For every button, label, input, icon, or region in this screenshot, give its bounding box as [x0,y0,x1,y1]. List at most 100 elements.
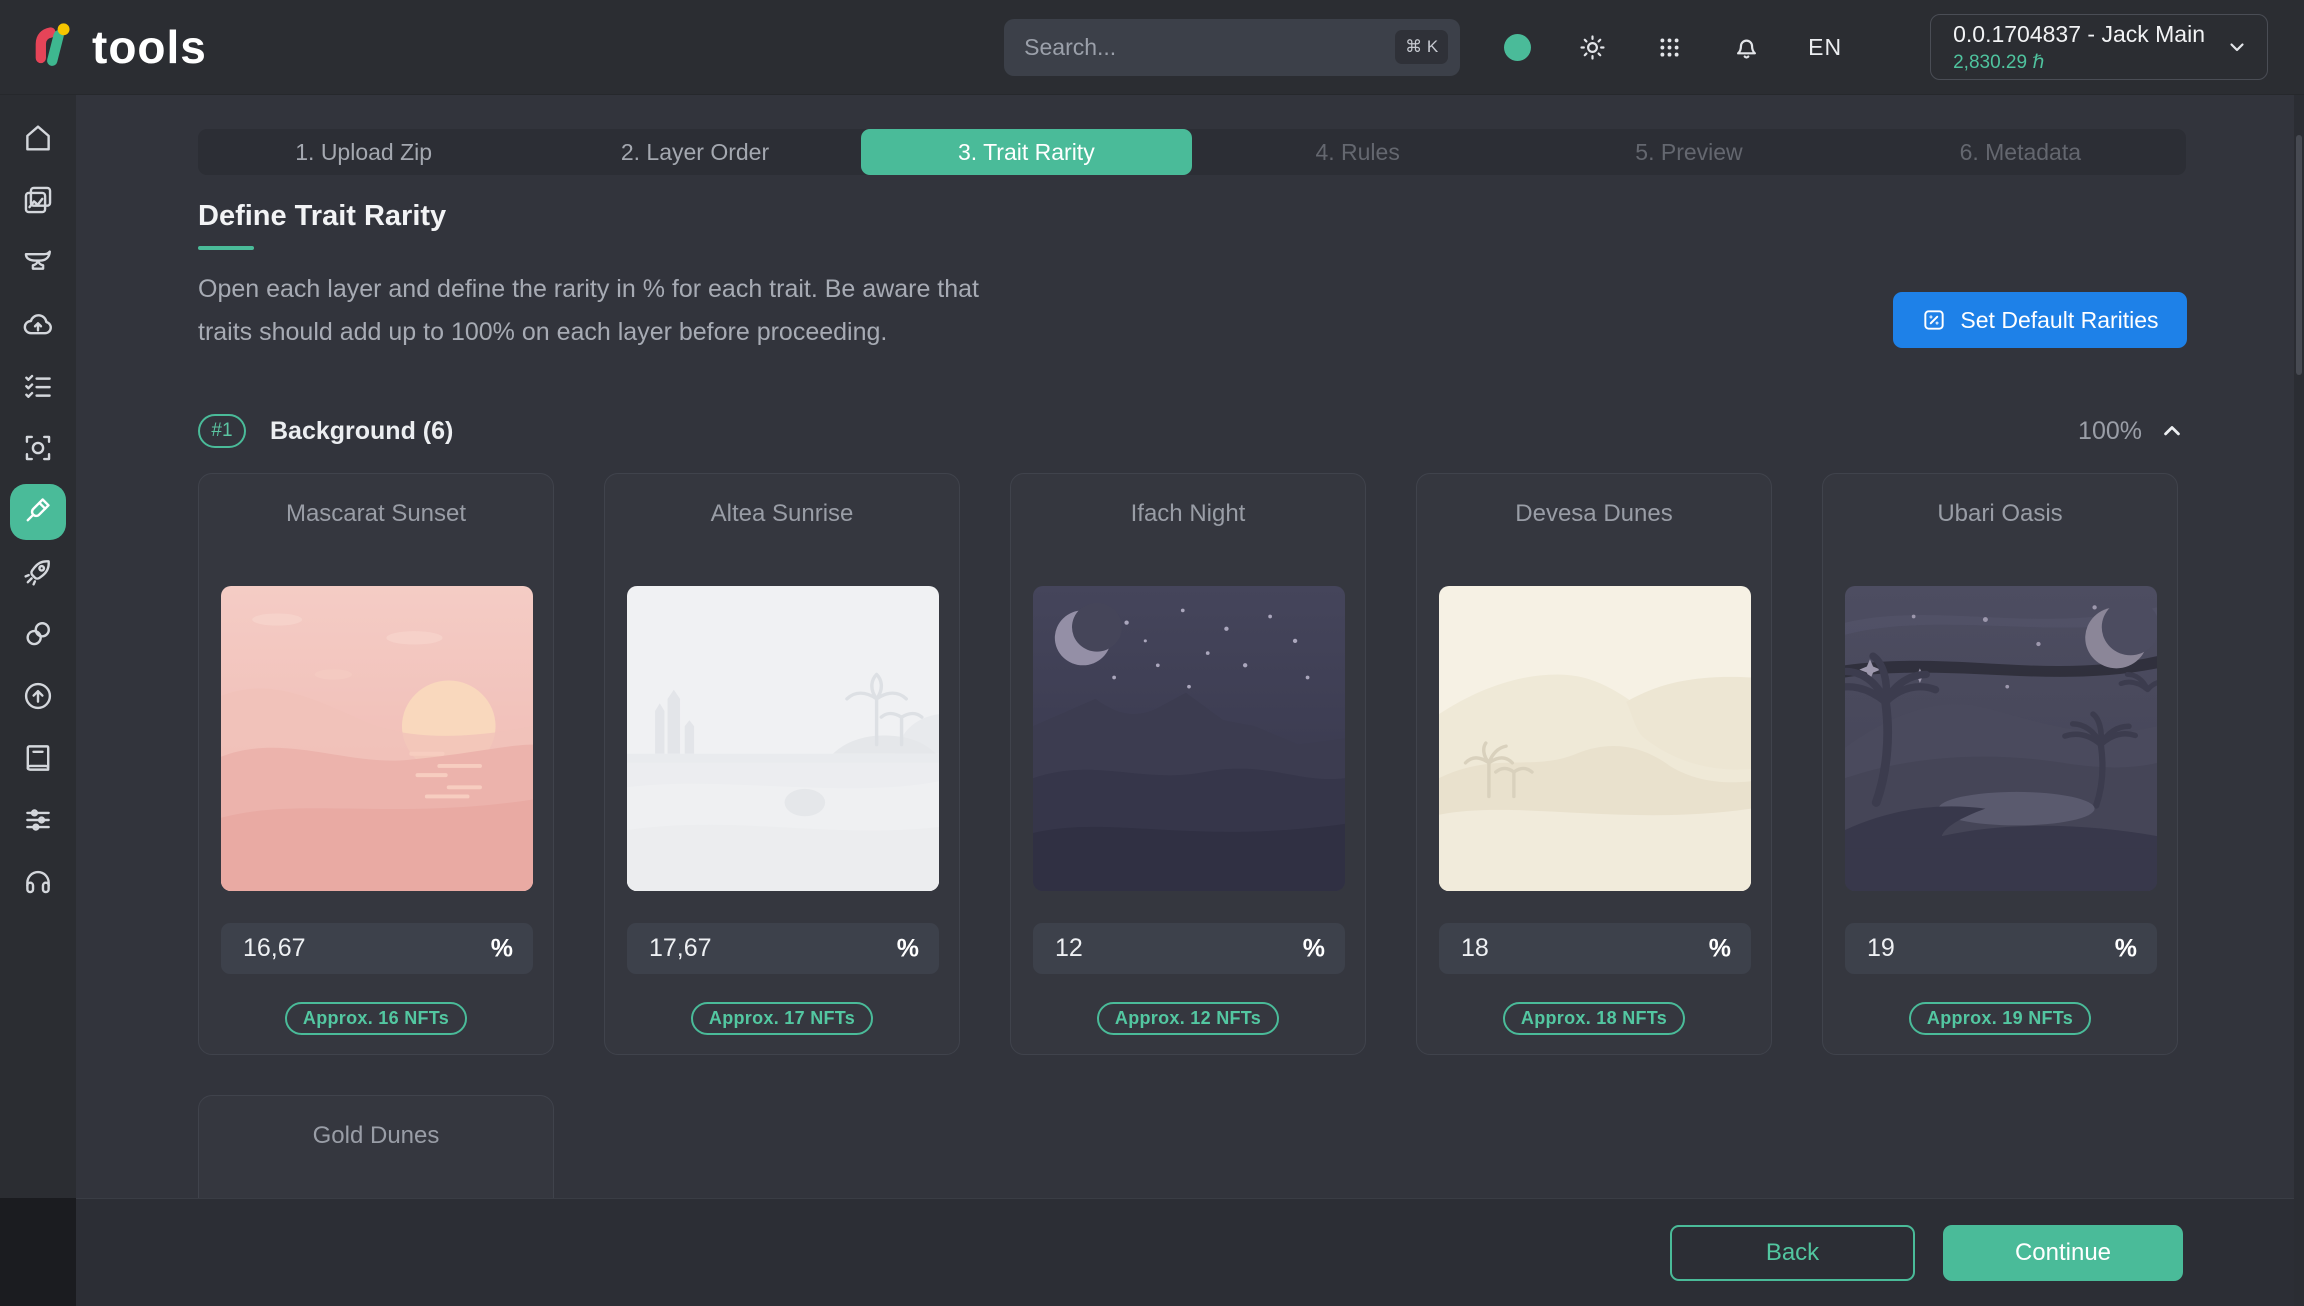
home-icon [21,121,55,160]
sidebar-item-checklist[interactable] [7,357,69,419]
top-bar: tools ⌘ K [0,0,2304,95]
rarity-input[interactable] [221,923,533,974]
sidebar-item-docs[interactable] [7,729,69,791]
trait-image-ifach-night [1033,586,1345,891]
approx-nfts-badge: Approx. 18 NFTs [1503,1002,1685,1035]
footer-action-bar: Back Continue [0,1198,2304,1306]
sidebar-item-generate[interactable] [7,419,69,481]
scrollbar-thumb[interactable] [2296,135,2302,375]
trait-title: Devesa Dunes [1439,500,1749,528]
trait-title: Altea Sunrise [627,500,937,528]
chevron-up-icon [2158,417,2186,445]
approx-nfts-badge: Approx. 17 NFTs [691,1002,873,1035]
collapse-layer-button[interactable] [2158,417,2186,445]
set-default-rarities-label: Set Default Rarities [1960,307,2158,334]
theme-toggle-sun-icon[interactable] [1577,32,1608,63]
sidebar-item-cloud-upload[interactable] [7,295,69,357]
rarity-input-wrap: % [221,923,533,974]
trait-title: Mascarat Sunset [221,500,531,528]
rarity-input-wrap: % [627,923,939,974]
trait-image-devesa-dunes [1439,586,1751,891]
page-description-line1: Open each layer and define the rarity in… [198,268,979,311]
step-upload-zip[interactable]: 1. Upload Zip [198,129,529,175]
step-rules[interactable]: 4. Rules [1192,129,1523,175]
step-metadata[interactable]: 6. Metadata [1855,129,2186,175]
approx-nfts-badge: Approx. 12 NFTs [1097,1002,1279,1035]
notifications-bell-icon[interactable] [1731,32,1762,63]
trait-card-ifach-night: Ifach Night [1010,473,1366,1055]
sidebar-item-launch[interactable] [7,543,69,605]
sidebar-nav [0,95,76,1306]
back-button[interactable]: Back [1670,1225,1915,1281]
sidebar-item-forge[interactable] [7,233,69,295]
paint-brush-icon [21,493,55,532]
account-name: 0.0.1704837 - Jack Main [1953,21,2205,48]
arrow-up-circle-icon [21,679,55,718]
linked-circles-icon [21,617,55,656]
sidebar-item-home[interactable] [7,109,69,171]
language-selector[interactable]: EN [1808,34,1842,61]
apps-grid-icon[interactable] [1654,32,1685,63]
set-default-rarities-button[interactable]: Set Default Rarities [1893,292,2187,348]
footer-left-gap [0,1198,76,1306]
sidebar-item-paint-active[interactable] [10,484,66,540]
layer-index-badge: #1 [198,414,246,448]
headphones-icon [21,865,55,904]
layer-header-row: #1 Background (6) 100% [198,408,2186,454]
step-preview[interactable]: 5. Preview [1523,129,1854,175]
trait-card-altea-sunrise: Altea Sunrise [604,473,960,1055]
focus-generate-icon [21,431,55,470]
app-logo[interactable]: tools [30,19,207,76]
logo-text: tools [92,20,207,74]
step-layer-order[interactable]: 2. Layer Order [529,129,860,175]
rocket-icon [21,555,55,594]
trait-image-mascarat-sunset [221,586,533,891]
approx-nfts-badge: Approx. 16 NFTs [285,1002,467,1035]
anvil-icon [21,245,55,284]
rarity-input[interactable] [1845,923,2157,974]
sidebar-item-settings[interactable] [7,791,69,853]
layer-total-percent: 100% [2078,417,2142,446]
rarity-input-wrap: % [1845,923,2157,974]
step-trait-rarity[interactable]: 3. Trait Rarity [861,129,1192,175]
wizard-stepper: 1. Upload Zip 2. Layer Order 3. Trait Ra… [198,129,2186,175]
book-icon [21,741,55,780]
rarity-input[interactable] [1439,923,1751,974]
page-title: Define Trait Rarity [198,200,446,233]
logo-mark-icon [30,19,82,76]
page-description-line2: traits should add up to 100% on each lay… [198,311,979,354]
account-balance: 2,830.29 ℏ [1953,51,2205,74]
trait-image-altea-sunrise [627,586,939,891]
trait-title: Gold Dunes [221,1122,531,1150]
sidebar-item-support[interactable] [7,853,69,915]
search-input[interactable] [1004,19,1395,76]
gallery-icon [21,183,55,222]
sidebar-item-tokens[interactable] [7,605,69,667]
app-window: tools ⌘ K [0,0,2304,1306]
rarity-input[interactable] [627,923,939,974]
search-shortcut-badge: ⌘ K [1395,30,1448,64]
continue-button[interactable]: Continue [1943,1225,2183,1281]
rarity-input[interactable] [1033,923,1345,974]
layer-title: Background (6) [270,417,453,446]
chevron-down-icon [2225,35,2249,59]
rarity-input-wrap: % [1439,923,1751,974]
checklist-icon [21,369,55,408]
sliders-icon [21,803,55,842]
global-search: ⌘ K [1004,19,1460,76]
percent-square-icon [1921,307,1947,333]
trait-card-devesa-dunes: Devesa Dunes % Approx. 18 NF [1416,473,1772,1055]
account-menu[interactable]: 0.0.1704837 - Jack Main 2,830.29 ℏ [1930,14,2268,80]
trait-card-grid: Mascarat Sunset [198,473,2178,1055]
network-status-indicator [1504,34,1531,61]
page-description: Open each layer and define the rarity in… [198,268,979,354]
sidebar-item-gallery[interactable] [7,171,69,233]
trait-title: Ubari Oasis [1845,500,2155,528]
title-underline [198,246,254,250]
trait-card-ubari-oasis: Ubari Oasis [1822,473,2178,1055]
sidebar-item-publish[interactable] [7,667,69,729]
trait-title: Ifach Night [1033,500,1343,528]
trait-card-mascarat-sunset: Mascarat Sunset [198,473,554,1055]
scrollbar-track [2294,95,2304,1306]
approx-nfts-badge: Approx. 19 NFTs [1909,1002,2091,1035]
